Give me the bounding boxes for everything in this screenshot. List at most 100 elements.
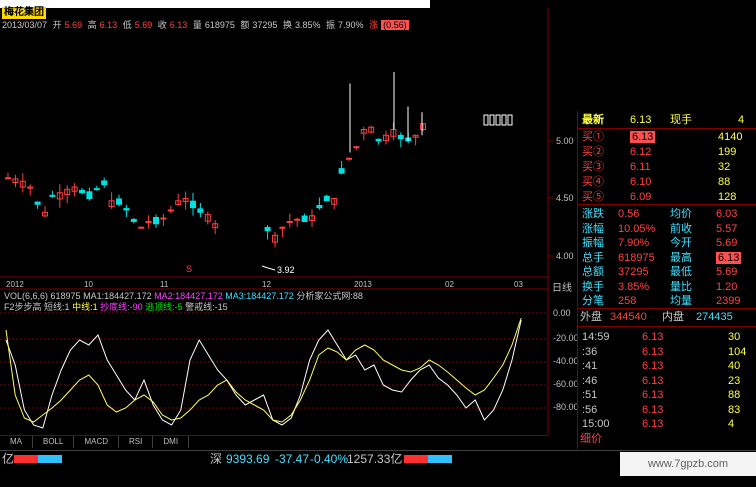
stat-value: 5.69 [716,266,738,278]
candle-body [197,208,204,213]
vol-params: VOL(6,6,6) 618975 [4,291,81,301]
stat-row: 总额 37295 最低 5.69 [578,266,756,278]
candle-body [264,226,271,232]
tick-price: 6.13 [642,403,664,416]
bid-label: 买② [582,146,604,158]
stat-value: 258 [618,295,637,307]
stat-value: 618975 [618,251,655,264]
bid-price: 6.10 [630,176,652,188]
stat-label: 换手 [582,280,604,293]
bid-label: 买③ [582,161,604,173]
footer-label[interactable]: 细价 [580,433,602,445]
volume-label: 量 [192,20,202,30]
stat-label: 前收 [670,222,692,235]
tick-price: 6.13 [642,331,664,343]
stock-name-tag: 梅花集团 [2,7,46,19]
candle-body [49,194,56,197]
amplitude-label: 振 [326,20,336,30]
tick-price: 6.13 [642,345,664,358]
stat-row: 涨跌 0.56 均价 6.03 [578,208,756,220]
vol-source: 分析家公式网:88 [296,291,363,301]
stat-label: 量比 [670,280,692,293]
vol-ma1: MA1:184427.172 [83,291,152,301]
price-tick-label: 5.00 [556,136,574,146]
candle-body [153,217,159,225]
volume-indicator-title: VOL(6,6,6) 618975 MA1:184427.172 MA2:184… [4,291,363,302]
date-value: 2013/03/07 [2,20,48,30]
stat-label: 均量 [670,295,692,307]
tick-row: 14:59 6.13 30 [578,331,756,343]
stat-label: 今开 [670,237,692,249]
bid-label: 买④ [582,176,604,188]
amount-value: 37295 [252,20,278,30]
tick-price: 6.13 [642,360,664,372]
candle-body [483,114,489,126]
watermark: www.7gpzb.com [620,452,756,476]
stat-label: 均价 [670,208,692,220]
tab-dmi[interactable]: DMI [153,436,190,448]
stat-label: 振幅 [582,237,604,249]
panel-footer: 细价 [578,433,756,445]
bid-row: 买① 6.13 4140 [578,131,756,143]
stat-row: 换手 3.85% 量比 1.20 [578,281,756,293]
tick-price: 6.13 [642,389,664,401]
tick-row: :56 6.13 83 [578,404,756,416]
candle-body [138,226,145,229]
stat-value: 5.69 [716,237,738,249]
period-label[interactable]: 日线 [552,279,572,294]
bid-qty: 88 [718,176,731,188]
bid-label: 买① [582,131,604,143]
tick-time: 14:59 [582,331,610,343]
divider [578,308,756,309]
tick-time: :56 [582,403,598,416]
tick-time: 15:00 [582,418,610,430]
vol-ma2: MA2:184427.172 [154,291,223,301]
bid-qty: 128 [718,191,737,203]
candle-body [353,146,360,149]
candle-body [495,114,501,126]
candle-body [160,217,167,220]
bid-price: 6.12 [630,146,652,158]
marker-s: S [186,264,192,274]
osc-tick-label: 0.00 [553,308,571,318]
osc-tick-label: -40.00 [553,356,579,366]
candle-body [346,157,352,160]
f2-name: F2步步高 [4,302,42,312]
tab-rsi[interactable]: RSI [119,436,154,448]
f2-warn: 警戒线:-15 [185,302,228,312]
latest-row: 最新 6.13 现手 4 [578,114,756,126]
date-tick-label: 03 [514,280,523,289]
tick-time: :51 [582,389,598,401]
stat-row: 涨幅 10.05% 前收 5.57 [578,223,756,235]
right-mini-bar [404,455,452,463]
candle-body [116,198,122,205]
tab-boll[interactable]: BOLL [33,436,75,448]
tick-row: 15:00 6.13 4 [578,418,756,430]
divider [578,204,756,205]
volume-value: 618975 [204,20,235,30]
index-pct: -0.40% [310,452,349,466]
f2-short: 短线:1 [44,302,70,312]
left-mini-bar [14,455,62,463]
candle-body [375,138,382,142]
vol-ma3: MA3:184427.172 [225,291,294,301]
candle-body [501,114,507,126]
stat-value: 0.56 [618,208,640,220]
bid-label: 买⑤ [582,191,604,203]
index-name[interactable]: 深 [210,451,222,467]
bid-price: 6.09 [630,191,652,203]
high-value: 6.13 [99,20,118,30]
oscillator-lines [5,317,522,429]
change-label: 涨 [369,20,379,30]
tab-ma[interactable]: MA [0,436,33,448]
index-change: -37.47 [275,452,310,466]
tab-macd[interactable]: MACD [74,436,120,448]
stat-value: 1.20 [716,280,738,293]
date-tick-label: 11 [160,280,169,289]
hand-label: 现手 [670,114,692,126]
stat-label: 总额 [582,266,604,278]
tick-volume: 23 [728,374,741,387]
tick-time: :46 [582,374,598,387]
low-value: 5.69 [134,20,153,30]
amount-label: 额 [240,20,250,30]
